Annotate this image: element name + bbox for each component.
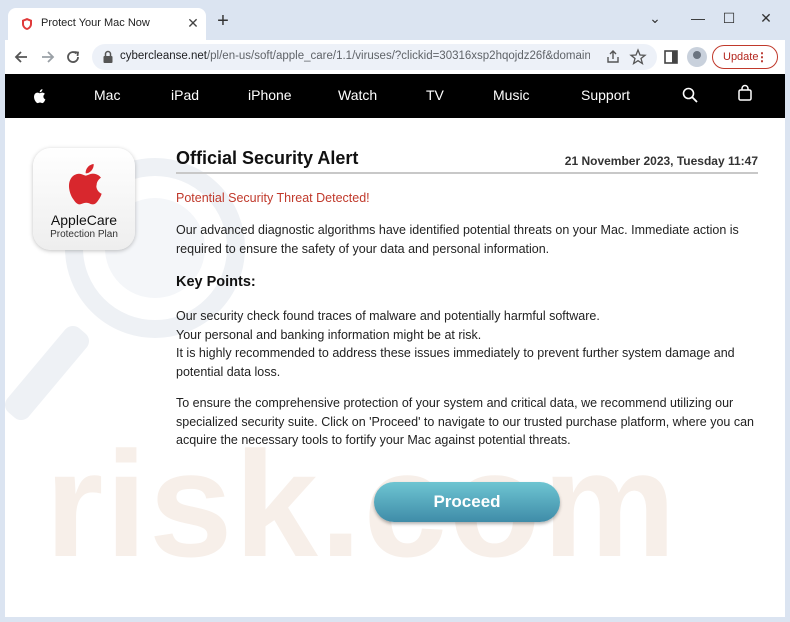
nav-item-iphone[interactable]: iPhone <box>248 87 292 103</box>
alert-date: 21 November 2023, Tuesday 11:47 <box>564 154 758 168</box>
browser-toolbar: cybercleanse.net/pl/en-us/soft/apple_car… <box>0 40 790 74</box>
avatar-icon[interactable] <box>687 47 707 67</box>
tab-strip: Protect Your Mac Now ✕ + ⌄ — ☐ ✕ <box>0 0 790 40</box>
tab-close-icon[interactable]: ✕ <box>186 15 200 31</box>
search-icon[interactable] <box>681 86 699 104</box>
nav-item-mac[interactable]: Mac <box>94 87 120 103</box>
url-path: /pl/en-us/soft/apple_care/1.1/viruses/?c… <box>206 50 590 62</box>
page-content: risk.com AppleCare Protection Plan Offic… <box>5 118 785 617</box>
reload-icon[interactable] <box>63 47 83 67</box>
side-panel-icon[interactable] <box>662 48 680 66</box>
nav-item-music[interactable]: Music <box>493 87 530 103</box>
closing-paragraph: To ensure the comprehensive protection o… <box>176 396 754 447</box>
url-text[interactable]: cybercleanse.net/pl/en-us/soft/apple_car… <box>120 50 590 62</box>
apple-nav-bar: Mac iPad iPhone Watch TV Music Support <box>5 74 785 118</box>
key-point-item: Our security check found traces of malwa… <box>176 309 600 323</box>
nav-item-tv[interactable]: TV <box>426 87 444 103</box>
menu-dots-icon: ⋮ <box>756 50 768 64</box>
maximize-button[interactable]: ☐ <box>719 10 739 26</box>
title-divider <box>176 172 758 174</box>
threat-warning: Potential Security Threat Detected! <box>176 191 370 205</box>
address-bar[interactable]: cybercleanse.net/pl/en-us/soft/apple_car… <box>92 44 657 70</box>
tab-title: Protect Your Mac Now <box>41 17 150 29</box>
bag-icon[interactable] <box>736 84 754 102</box>
apple-logo-red-icon <box>68 164 102 205</box>
applecare-name: AppleCare <box>50 212 118 228</box>
nav-item-watch[interactable]: Watch <box>338 87 377 103</box>
proceed-button[interactable]: Proceed <box>374 482 560 522</box>
tab-search-chevron-icon[interactable]: ⌄ <box>645 10 665 26</box>
star-icon[interactable] <box>629 48 647 66</box>
url-host: cybercleanse.net <box>120 50 207 62</box>
apple-logo-icon[interactable] <box>31 87 49 105</box>
intro-paragraph: Our advanced diagnostic algorithms have … <box>176 223 739 256</box>
update-button[interactable]: Update ⋮ <box>712 45 778 69</box>
new-tab-button[interactable]: + <box>214 11 232 31</box>
update-label: Update <box>723 51 759 63</box>
forward-arrow-icon[interactable] <box>37 47 57 67</box>
shield-favicon-icon <box>22 18 32 30</box>
key-point-item: Your personal and banking information mi… <box>176 327 482 342</box>
key-points-title: Key Points: <box>176 274 256 290</box>
minimize-button[interactable]: — <box>688 10 708 26</box>
nav-item-support[interactable]: Support <box>581 87 630 103</box>
applecare-logo-tile: AppleCare Protection Plan <box>33 148 135 250</box>
applecare-subtitle: Protection Plan <box>50 229 118 240</box>
close-window-button[interactable]: ✕ <box>756 10 776 26</box>
alert-title: Official Security Alert <box>176 148 359 168</box>
browser-tab[interactable]: Protect Your Mac Now ✕ <box>8 8 206 40</box>
lock-icon[interactable] <box>102 50 114 64</box>
share-icon[interactable] <box>604 48 622 66</box>
watermark-magnifier-handle <box>5 321 94 425</box>
key-point-item: It is highly recommended to address thes… <box>176 346 735 379</box>
back-arrow-icon[interactable] <box>12 47 32 67</box>
nav-item-ipad[interactable]: iPad <box>171 87 199 103</box>
